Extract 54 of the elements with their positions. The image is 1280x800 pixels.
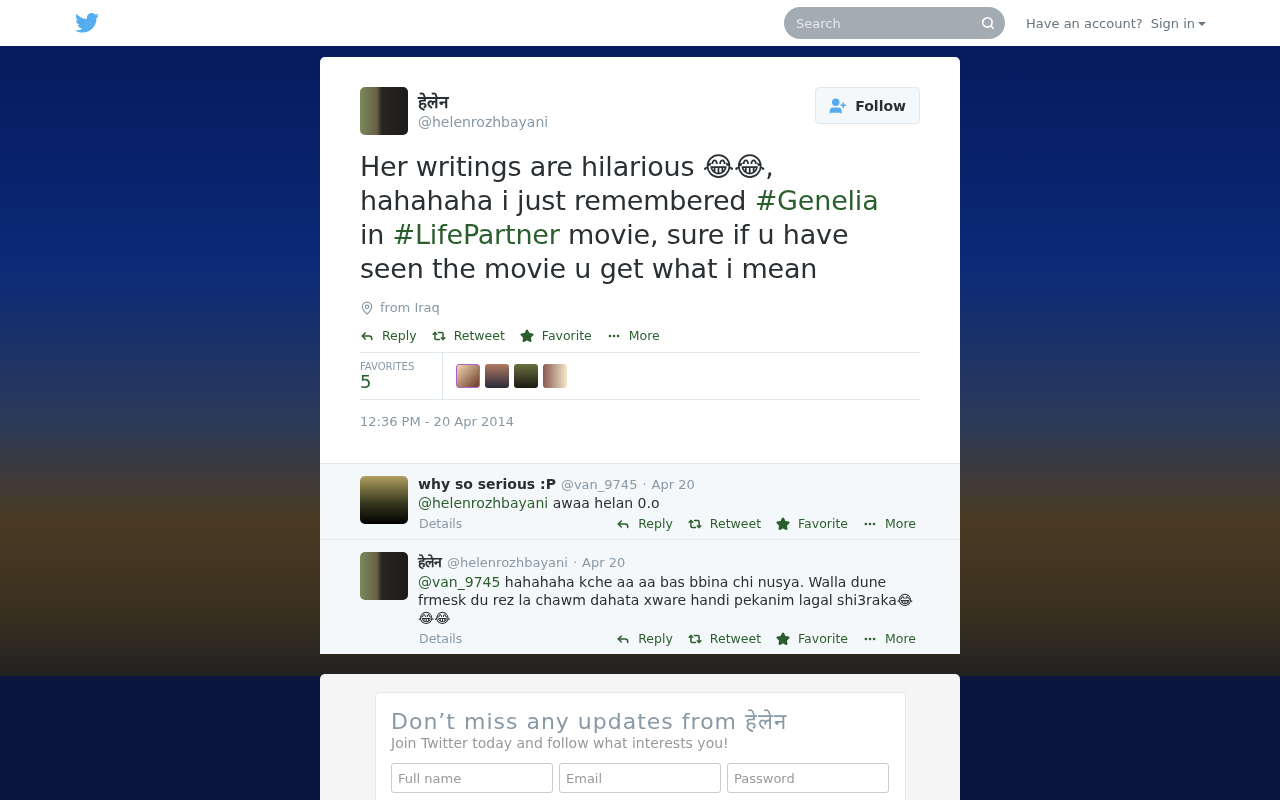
retweet-link[interactable]: Retweet [687, 516, 762, 531]
mention-link[interactable]: @van_9745 [418, 574, 501, 590]
user-handle: @van_9745 [560, 477, 638, 492]
reply-text: @van_9745 hahahaha kche aa aa bas bbina chi nusya. Walla dune frmesk du rez la chawm dahata xware handi pekanim lagal shi3raka😂😂😂 [418, 573, 915, 627]
hashtag-link[interactable]: #Genelia [754, 185, 879, 216]
favorite-link[interactable]: Favorite [776, 631, 848, 646]
favorites-count[interactable]: 5 [360, 371, 442, 392]
more-link[interactable]: More [606, 328, 660, 343]
signup-title: Don’t miss any updates from हेलेन [391, 708, 788, 735]
separator-dot: · [642, 477, 647, 492]
avatar[interactable] [360, 87, 408, 135]
user-name[interactable]: हेलेन [418, 552, 442, 571]
more-link[interactable]: More [863, 631, 916, 646]
location-text: from Iraq [380, 300, 440, 315]
favorite-link[interactable]: Favorite [519, 328, 592, 343]
user-avatar[interactable] [456, 364, 480, 388]
user-avatar[interactable] [543, 364, 567, 388]
user-avatar[interactable] [485, 364, 509, 388]
user-name[interactable]: हेलेन [418, 90, 549, 113]
account-prompt: Have an account? [1026, 15, 1143, 31]
search-field[interactable]: Search [784, 7, 1006, 39]
reply-link[interactable]: Reply [360, 328, 417, 343]
signup-subtitle: Join Twitter today and follow what interests you! [391, 735, 730, 751]
favorite-link[interactable]: Favorite [776, 516, 848, 531]
avatar[interactable] [360, 476, 408, 524]
location-pin-icon [360, 300, 374, 315]
mention-link[interactable]: @helenrozhbayani [418, 495, 549, 511]
star-icon [776, 516, 791, 531]
favorites-label: FAVORITES [360, 360, 416, 372]
retweet-link[interactable]: Retweet [431, 328, 505, 343]
user-handle: @helenrozhbayani [447, 555, 568, 570]
reply-link[interactable]: Reply [616, 516, 673, 531]
tweet-text: Her writings are hilarious 😂😂, hahahaha i just remembered #Genelia in #LifePartner movie, sure if u have seen the movie u get what i mean [360, 150, 880, 286]
caret-icon [1198, 22, 1206, 26]
user-avatar[interactable] [514, 364, 538, 388]
reply-text: @helenrozhbayani awaa helan 0.o [418, 494, 661, 512]
search-icon[interactable] [981, 16, 996, 30]
input-field[interactable]: Password [727, 763, 889, 793]
bird-logo-icon[interactable] [75, 13, 99, 33]
hashtag-link[interactable]: #LifePartner [392, 219, 560, 250]
star-icon [776, 631, 791, 646]
input-field[interactable]: Full name [391, 763, 553, 793]
follow-button[interactable]: Follow [815, 87, 920, 124]
reply-link[interactable]: Reply [616, 631, 673, 646]
tweet-timestamp: 12:36 PM - 20 Apr 2014 [360, 414, 515, 429]
avatar[interactable] [360, 552, 408, 600]
sign-in-link[interactable]: Sign in [1150, 15, 1206, 31]
star-icon [519, 328, 534, 343]
input-field[interactable]: Email [559, 763, 721, 793]
user-name[interactable]: why so serious :P [418, 476, 556, 492]
separator-dot: · [572, 555, 578, 570]
add-user-icon [829, 96, 848, 115]
more-link[interactable]: More [863, 516, 916, 531]
retweet-link[interactable]: Retweet [687, 631, 762, 646]
